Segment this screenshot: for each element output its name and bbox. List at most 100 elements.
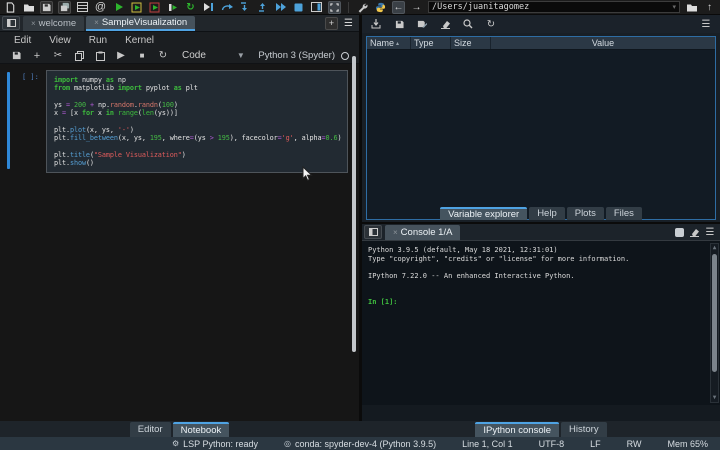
- code-line: [54, 142, 340, 150]
- notebook-toolbar: + ✂ ▶ ■ ↻ Code ▼ Python 3 (Spyder): [0, 48, 359, 64]
- tab-ipython-console[interactable]: IPython console: [475, 422, 559, 437]
- notebook-canvas[interactable]: [ ]: import numpy as npfrom matplotlib i…: [0, 64, 359, 419]
- console-browse-tabs-icon[interactable]: [364, 225, 382, 239]
- directory-combo-arrow-icon[interactable]: ▾: [672, 3, 676, 11]
- code-cell[interactable]: import numpy as npfrom matplotlib import…: [46, 70, 348, 173]
- tab-samplevisualization[interactable]: ×SampleVisualization: [86, 16, 195, 31]
- menu-view[interactable]: View: [49, 35, 71, 46]
- tab-welcome[interactable]: ×welcome: [23, 16, 84, 31]
- status-icon: ⚙: [172, 439, 179, 448]
- python-path-manager-icon[interactable]: [374, 1, 387, 14]
- restart-kernel-icon[interactable]: ↻: [184, 1, 197, 14]
- spyder-window: @ ↻ ← →: [0, 0, 720, 450]
- status-line-1-col-1: Line 1, Col 1: [462, 439, 513, 449]
- add-cell-icon[interactable]: +: [31, 50, 43, 62]
- run-file-icon[interactable]: [112, 1, 125, 14]
- column-header-size[interactable]: Size: [451, 37, 491, 49]
- run-selection-icon[interactable]: [166, 1, 179, 14]
- scroll-down-icon[interactable]: ▼: [711, 395, 718, 401]
- working-directory-input[interactable]: [432, 2, 672, 12]
- open-file-icon[interactable]: [22, 1, 35, 14]
- status-lf: LF: [590, 439, 601, 449]
- back-arrow-icon[interactable]: ←: [392, 1, 405, 14]
- debug-stop-icon[interactable]: [292, 1, 305, 14]
- console-line: Type "copyright", "credits" or "license"…: [368, 255, 706, 264]
- cell-type-select[interactable]: Code: [182, 50, 206, 61]
- run-cell-toolbar-icon[interactable]: ▶: [115, 50, 127, 62]
- debug-continue-icon[interactable]: [274, 1, 287, 14]
- status-lsp-python-ready: ⚙LSP Python: ready: [172, 439, 258, 449]
- column-header-type[interactable]: Type: [411, 37, 451, 49]
- variable-table[interactable]: Name ▴ Type Size Value: [366, 36, 716, 220]
- console-line: IPython 7.22.0 -- An enhanced Interactiv…: [368, 272, 706, 281]
- cell-type-chevron-icon[interactable]: ▼: [237, 51, 245, 60]
- maximize-pane-icon[interactable]: [328, 1, 341, 14]
- save-notebook-icon[interactable]: [10, 50, 22, 62]
- run-to-line-icon[interactable]: [202, 1, 215, 14]
- column-header-value[interactable]: Value: [491, 37, 715, 49]
- remove-all-variables-icon[interactable]: [439, 18, 451, 30]
- notebook-scrollbar[interactable]: [352, 56, 356, 352]
- close-tab-icon[interactable]: ×: [393, 228, 398, 237]
- close-tab-icon[interactable]: ×: [31, 19, 36, 28]
- import-data-icon[interactable]: [370, 18, 382, 30]
- paste-cell-icon[interactable]: [94, 50, 106, 62]
- tab-variable-explorer[interactable]: Variable explorer: [440, 207, 527, 220]
- find-symbols-icon[interactable]: @: [94, 1, 107, 14]
- console-line: [368, 263, 706, 272]
- interrupt-kernel-icon[interactable]: ■: [136, 50, 148, 62]
- menu-edit[interactable]: Edit: [14, 35, 31, 46]
- new-file-icon[interactable]: [4, 1, 17, 14]
- notebook-pane: ×welcome×SampleVisualization + ☰ Edit Vie…: [0, 15, 359, 421]
- new-tab-icon[interactable]: +: [325, 17, 338, 30]
- variable-explorer-options-icon[interactable]: ☰: [700, 18, 712, 30]
- forward-arrow-icon[interactable]: →: [410, 1, 423, 14]
- save-data-as-icon[interactable]: [416, 18, 428, 30]
- console-interrupt-icon[interactable]: [675, 228, 684, 237]
- window-layout-icon[interactable]: [310, 1, 323, 14]
- console-output[interactable]: Python 3.9.5 (default, May 18 2021, 12:3…: [362, 240, 720, 405]
- tab-help[interactable]: Help: [529, 207, 565, 220]
- debug-step-over-icon[interactable]: [220, 1, 233, 14]
- tab-options-menu-icon[interactable]: ☰: [342, 17, 355, 30]
- console-scrollbar[interactable]: ▲ ▼: [710, 243, 719, 403]
- tab-editor[interactable]: Editor: [130, 422, 171, 437]
- tab-plots[interactable]: Plots: [567, 207, 604, 220]
- refresh-variables-icon[interactable]: ↻: [485, 18, 497, 30]
- run-cell-icon[interactable]: [130, 1, 143, 14]
- parent-directory-icon[interactable]: ↑: [703, 1, 716, 14]
- selected-cell-indicator: [7, 72, 10, 169]
- save-all-icon[interactable]: [58, 1, 71, 14]
- tab-console-1a[interactable]: × Console 1/A: [385, 225, 460, 240]
- console-remove-output-icon[interactable]: [688, 226, 700, 238]
- tab-history[interactable]: History: [561, 422, 607, 437]
- cell-list-icon[interactable]: [76, 1, 89, 14]
- search-variable-icon[interactable]: [462, 18, 474, 30]
- debug-step-into-icon[interactable]: [238, 1, 251, 14]
- save-file-icon[interactable]: [40, 1, 53, 14]
- cut-cell-icon[interactable]: ✂: [52, 50, 64, 62]
- status-rw: RW: [627, 439, 642, 449]
- console-line: Python 3.9.5 (default, May 18 2021, 12:3…: [368, 246, 706, 255]
- close-tab-icon[interactable]: ×: [94, 18, 99, 27]
- browse-tabs-icon[interactable]: [2, 16, 20, 30]
- column-header-name[interactable]: Name ▴: [367, 37, 411, 49]
- scroll-up-icon[interactable]: ▲: [711, 245, 718, 251]
- tab-files[interactable]: Files: [606, 207, 642, 220]
- copy-cell-icon[interactable]: [73, 50, 85, 62]
- tab-notebook[interactable]: Notebook: [173, 422, 230, 437]
- console-options-menu-icon[interactable]: ☰: [704, 226, 716, 238]
- open-directory-icon[interactable]: [685, 1, 698, 14]
- restart-kernel-toolbar-icon[interactable]: ↻: [157, 50, 169, 62]
- menu-kernel[interactable]: Kernel: [125, 35, 154, 46]
- editor-tabbar: ×welcome×SampleVisualization + ☰: [0, 15, 359, 32]
- console-scrollbar-handle[interactable]: [712, 254, 717, 372]
- preferences-wrench-icon[interactable]: [356, 1, 369, 14]
- menu-run[interactable]: Run: [89, 35, 107, 46]
- working-directory-field: ▾: [428, 1, 680, 13]
- debug-step-out-icon[interactable]: [256, 1, 269, 14]
- code-line: [54, 93, 340, 101]
- run-cell-advance-icon[interactable]: [148, 1, 161, 14]
- save-data-icon[interactable]: [393, 18, 405, 30]
- variable-table-body[interactable]: [367, 50, 715, 218]
